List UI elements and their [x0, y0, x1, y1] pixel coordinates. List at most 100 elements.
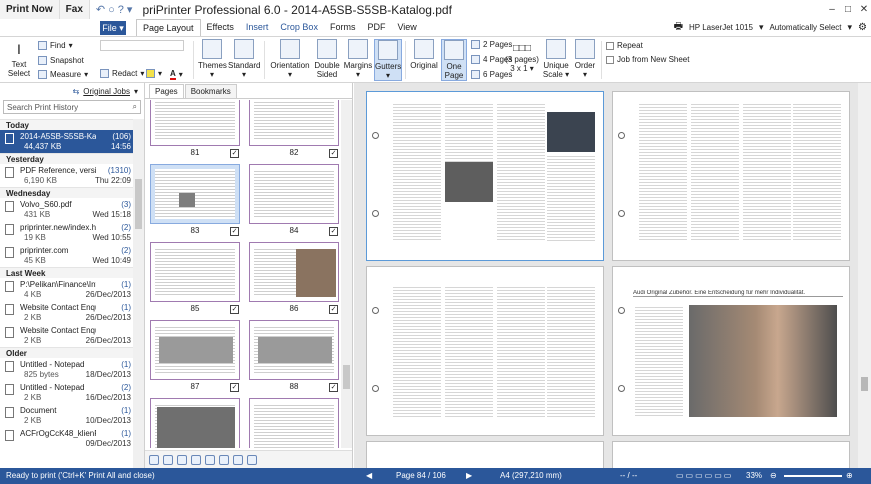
tab-bookmarks[interactable]: Bookmarks: [184, 84, 237, 98]
history-item[interactable]: PDF Reference, versi... (1310) 6,190 KB Thu…: [0, 164, 133, 187]
measure-button[interactable]: Measure ▾: [38, 70, 88, 79]
page-include-checkbox[interactable]: ✓: [230, 383, 239, 392]
paper-source-dropdown-icon[interactable]: ▾: [848, 22, 853, 33]
preview-sheet[interactable]: Audi Original Zubehör. Eine Entscheidung…: [612, 266, 850, 436]
text-select-button[interactable]: I Text Select: [4, 40, 34, 78]
page-thumbnail[interactable]: [150, 242, 240, 302]
snapshot-button[interactable]: Snapshot: [38, 56, 84, 65]
preview-sheet[interactable]: [366, 441, 604, 468]
history-item[interactable]: Volvo_S60.pdf (3) 431 KB Wed 15:18: [0, 198, 133, 221]
rotate-right-icon[interactable]: [205, 454, 215, 465]
double-sided-button[interactable]: Double Sided: [312, 39, 342, 79]
preview-sheet[interactable]: [366, 91, 604, 261]
maximize-icon[interactable]: □: [841, 0, 855, 19]
page-thumbnail[interactable]: [249, 100, 339, 146]
file-tab[interactable]: File ▾: [100, 20, 126, 35]
preview-sheet[interactable]: [612, 91, 850, 261]
page-thumbnail[interactable]: [150, 164, 240, 224]
tab-pages[interactable]: Pages: [149, 84, 184, 98]
history-item[interactable]: Untitled - Notepad (2) 2 KB 16/Dec/2013: [0, 381, 133, 404]
history-item[interactable]: Website Contact Enquiry2 KB 26/Dec/2013: [0, 324, 133, 347]
redo-icon[interactable]: ○: [108, 4, 115, 16]
font-select[interactable]: [100, 40, 184, 51]
page-thumbnail[interactable]: [150, 398, 240, 448]
page-include-checkbox[interactable]: ✓: [329, 227, 338, 236]
history-item[interactable]: priprinter.com (2) 45 KB Wed 10:49: [0, 244, 133, 267]
dropdown-icon[interactable]: ▾: [127, 3, 133, 16]
pages-scroll-thumb[interactable]: [343, 365, 350, 389]
redact-button[interactable]: Redact ▾: [100, 69, 144, 78]
repeat-check-box[interactable]: [606, 41, 614, 50]
history-item[interactable]: 2014-A5SB-S5SB-Kata... (106) 44,437 KB 14:5…: [0, 130, 133, 153]
print-now-button[interactable]: Print Now: [0, 0, 60, 19]
pages-scrollbar[interactable]: [341, 100, 352, 448]
history-item[interactable]: ACFrOgCcK48_klienF... (1)09/Dec/2013: [0, 427, 133, 450]
page-thumbnail[interactable]: [249, 320, 339, 380]
settings-icon[interactable]: ⚙: [858, 22, 867, 33]
job-new-sheet-check-box[interactable]: [606, 55, 614, 64]
tab-insert[interactable]: Insert: [240, 19, 275, 36]
undo-icon[interactable]: ↶: [96, 3, 105, 16]
tab-page-layout[interactable]: Page Layout: [136, 19, 201, 36]
highlight-button[interactable]: ▾: [146, 69, 162, 78]
tab-pdf[interactable]: PDF: [361, 19, 391, 36]
history-item[interactable]: priprinter.new/index.htm (2) 19 KB Wed 10:5…: [0, 221, 133, 244]
page-thumbnail[interactable]: [249, 398, 339, 448]
margins-button[interactable]: Margins ▾: [342, 39, 374, 79]
page-include-checkbox[interactable]: ✓: [329, 383, 338, 392]
page-include-checkbox[interactable]: ✓: [230, 149, 239, 158]
gutters-button[interactable]: Gutters ▾: [374, 39, 402, 81]
history-item[interactable]: Untitled - Notepad (1) 825 bytes 18/Dec/201…: [0, 358, 133, 381]
themes-button[interactable]: Themes ▾: [198, 39, 227, 79]
minimize-icon[interactable]: –: [825, 0, 839, 19]
page-include-checkbox[interactable]: ✓: [230, 305, 239, 314]
history-search-input[interactable]: Search Print History ⌕: [3, 100, 141, 114]
rotate-left-icon[interactable]: [191, 454, 201, 465]
preview-scroll-thumb[interactable]: [861, 377, 868, 391]
unique-scale-button[interactable]: Unique Scale ▾: [542, 39, 570, 79]
tab-effects[interactable]: Effects: [201, 19, 240, 36]
history-scroll-thumb[interactable]: [135, 179, 142, 229]
help-icon[interactable]: ?: [118, 4, 124, 16]
original-jobs-toggle[interactable]: ⇆ Original Jobs ▾: [0, 83, 144, 99]
duplicate-page-icon[interactable]: [163, 454, 173, 465]
page-include-checkbox[interactable]: ✓: [329, 305, 338, 314]
history-item[interactable]: Website Contact Enquiry (1) 2 KB 26/Dec/201…: [0, 301, 133, 324]
move-page-icon[interactable]: [177, 454, 187, 465]
job-from-new-sheet-checkbox[interactable]: Job from New Sheet: [606, 55, 689, 64]
page-thumbnail[interactable]: [249, 164, 339, 224]
standard-button[interactable]: Standard ▾: [228, 39, 260, 79]
prev-page-icon[interactable]: ◀: [366, 471, 372, 480]
preview-sheet[interactable]: [366, 266, 604, 436]
history-scrollbar[interactable]: [133, 119, 144, 468]
page-include-checkbox[interactable]: ✓: [230, 227, 239, 236]
orientation-button[interactable]: Orientation ▾: [268, 39, 312, 79]
printer-dropdown-icon[interactable]: ▾: [759, 22, 764, 33]
one-page-button[interactable]: One Page: [441, 39, 467, 81]
close-icon[interactable]: ✕: [857, 0, 871, 19]
tab-crop-box[interactable]: Crop Box: [274, 19, 324, 36]
rotate-all-icon[interactable]: [219, 454, 229, 465]
tab-forms[interactable]: Forms: [324, 19, 362, 36]
next-page-icon[interactable]: ▶: [466, 471, 472, 480]
original-button[interactable]: Original: [408, 39, 440, 70]
history-item[interactable]: Document (1) 2 KB 10/Dec/2013: [0, 404, 133, 427]
preview-scrollbar[interactable]: [858, 83, 871, 468]
tab-view[interactable]: View: [391, 19, 422, 36]
add-page-icon[interactable]: [149, 454, 159, 465]
preview-sheet[interactable]: [612, 441, 850, 468]
history-item[interactable]: P:\Pelikan\Finance\Invo... (1) 4 KB 26/Dec/…: [0, 278, 133, 301]
order-button[interactable]: Order ▾: [572, 39, 598, 79]
find-button[interactable]: Find ▾: [38, 41, 73, 50]
fax-button[interactable]: Fax: [59, 0, 90, 19]
search-icon[interactable]: ⌕: [133, 102, 137, 112]
page-thumbnail[interactable]: [150, 320, 240, 380]
paper-source[interactable]: Automatically Select: [769, 23, 841, 32]
zoom-in-icon[interactable]: [247, 454, 257, 465]
zoom-in-button[interactable]: ⊕: [846, 471, 853, 480]
view-mode-icons[interactable]: ▭▭▭▭▭▭: [676, 471, 733, 480]
printer-name[interactable]: HP LaserJet 1015: [689, 23, 753, 32]
zoom-slider[interactable]: [784, 475, 842, 477]
page-thumbnail[interactable]: [249, 242, 339, 302]
repeat-checkbox[interactable]: Repeat: [606, 41, 643, 50]
